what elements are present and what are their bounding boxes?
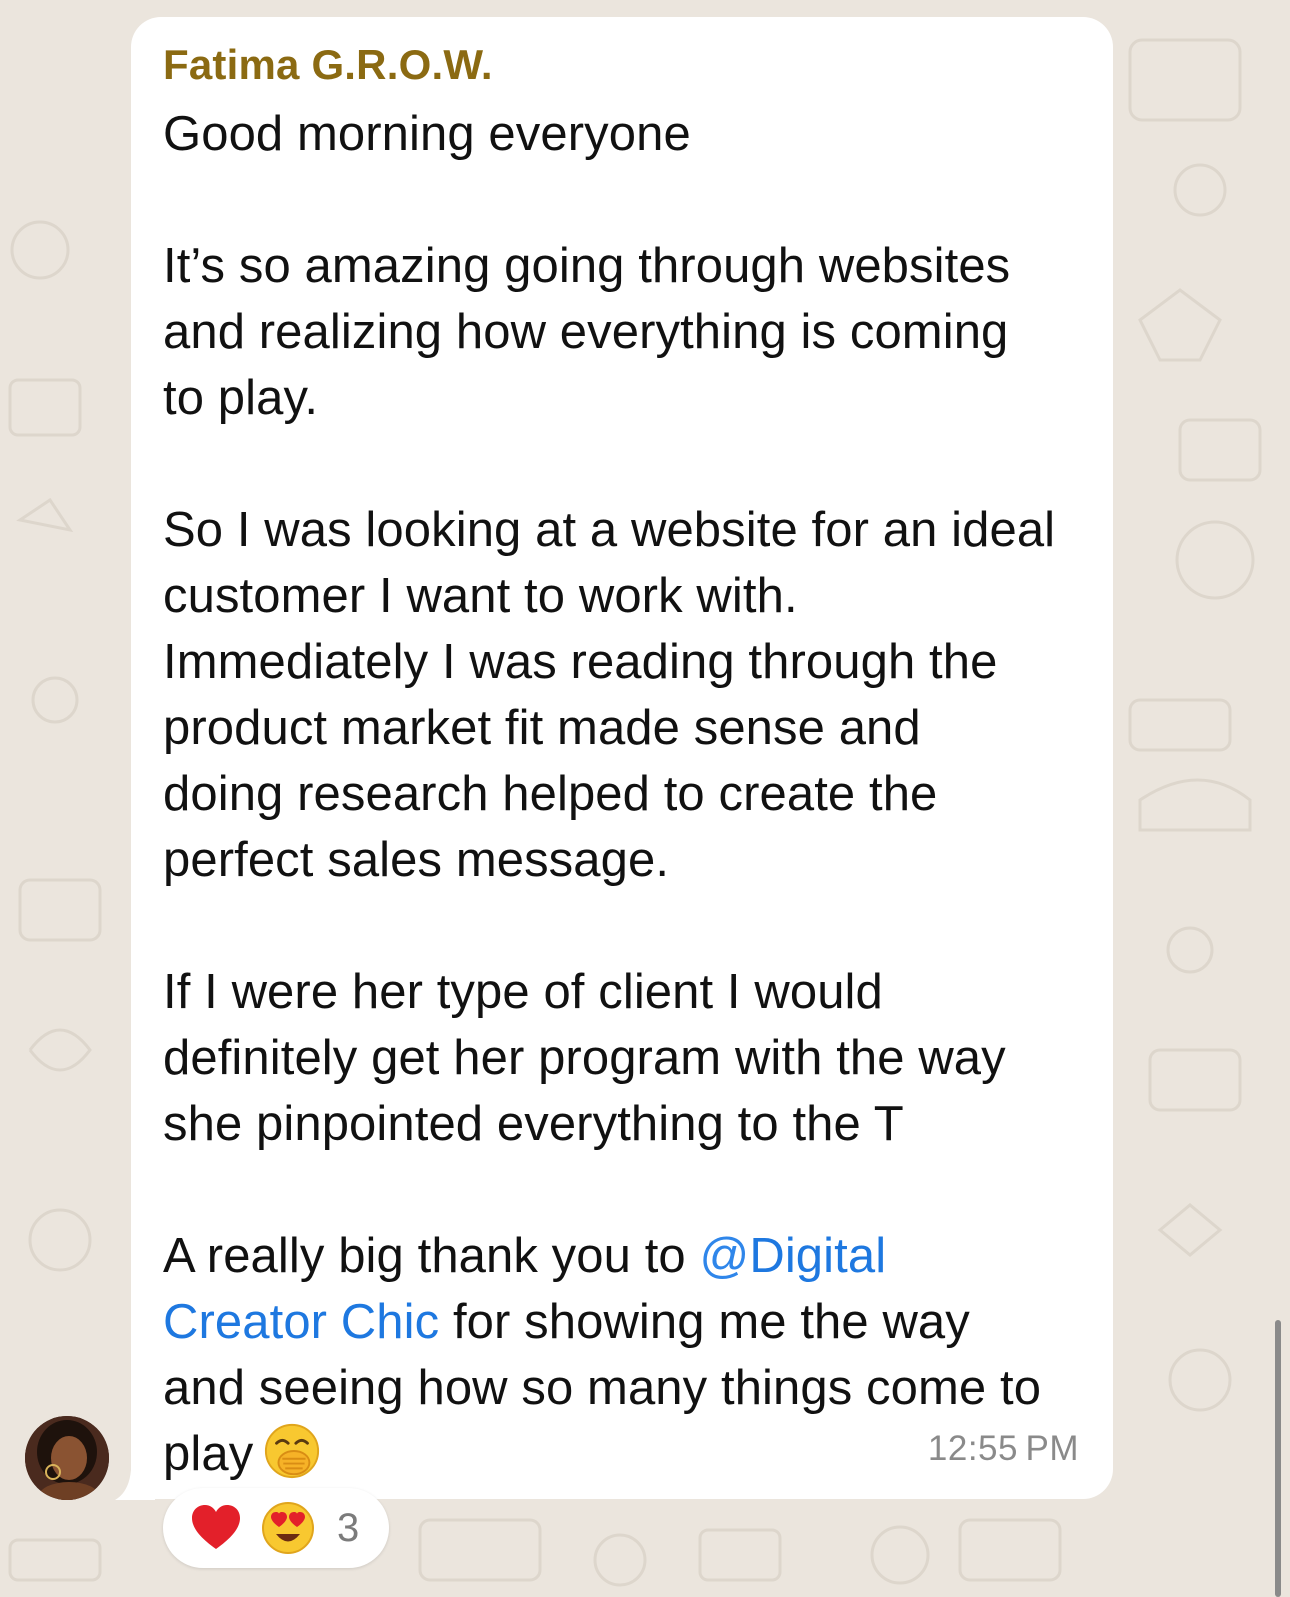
message-line: Immediately I was reading through the [163,635,998,689]
thanks-text: for showing me the way [439,1295,970,1349]
thanks-text: A really big thank you to [163,1229,700,1283]
message-line: Good morning everyone [163,107,691,161]
hand-over-mouth-emoji-icon [265,1423,320,1479]
message-line: definitely get her program with the way [163,1031,1006,1085]
paragraph-client: If I were her type of client I would def… [163,959,1079,1157]
message-line: and realizing how everything is coming [163,305,1009,359]
paragraph-ideal-customer: So I was looking at a website for an ide… [163,497,1079,893]
red-heart-icon [192,1505,240,1549]
message-line: doing research helped to create the [163,767,938,821]
message-line: If I were her type of client I would [163,965,883,1019]
thanks-text: play [163,1427,254,1481]
message-line: perfect sales message. [163,833,670,887]
reaction-count: 3 [337,1505,360,1550]
sender-avatar[interactable] [25,1416,109,1500]
thanks-text: and seeing how so many things come to [163,1361,1042,1415]
message-line: she pinpointed everything to the T [163,1097,904,1151]
message-text: Good morning everyone It’s so amazing go… [163,101,1079,1487]
reactions-pill[interactable]: 3 [163,1488,389,1568]
message-line: customer I want to work with. [163,569,798,623]
message-line: It’s so amazing going through websites [163,239,1011,293]
paragraph-websites: It’s so amazing going through websites a… [163,233,1079,431]
sender-name[interactable]: Fatima G.R.O.W. [163,39,1079,91]
message-bubble[interactable]: Fatima G.R.O.W. Good morning everyone It… [131,17,1113,1499]
heart-eyes-icon [262,1502,314,1554]
mention-at: @ [699,1229,750,1283]
message-timestamp: 12:55 PM [927,1429,1079,1468]
message-line: to play. [163,371,319,425]
paragraph-greeting: Good morning everyone [163,101,1079,167]
message-line: product market fit made sense and [163,701,921,755]
message-line: So I was looking at a website for an ide… [163,503,1056,557]
scrollbar[interactable] [1275,1320,1281,1597]
mention-name-part1: Digital [749,1229,887,1283]
mention-name-part2: Creator Chic [163,1295,440,1349]
